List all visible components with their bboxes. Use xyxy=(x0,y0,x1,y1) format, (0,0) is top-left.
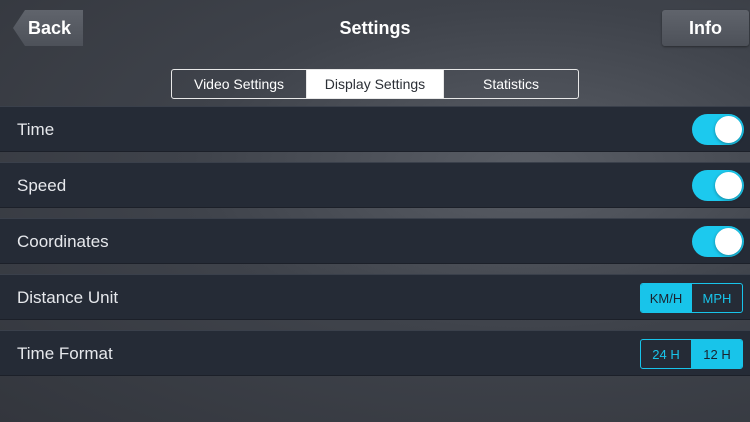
coordinates-toggle[interactable] xyxy=(692,226,744,257)
setting-label: Distance Unit xyxy=(17,288,119,307)
setting-row-coordinates: Coordinates xyxy=(0,218,750,264)
distance-unit-kmh-option[interactable]: KM/H xyxy=(641,284,691,312)
time-format-12h-option[interactable]: 12 H xyxy=(691,340,742,368)
setting-row-speed: Speed xyxy=(0,162,750,208)
info-button[interactable]: Info xyxy=(662,10,749,46)
setting-row-distance-unit: Distance Unit KM/H MPH xyxy=(0,274,750,320)
setting-label: Time Format xyxy=(17,344,113,363)
tab-video-settings[interactable]: Video Settings xyxy=(172,70,307,98)
toggle-knob xyxy=(715,172,742,199)
setting-row-time-format: Time Format 24 H 12 H xyxy=(0,330,750,376)
page-title: Settings xyxy=(339,18,411,38)
distance-unit-selector: KM/H MPH xyxy=(640,283,743,313)
tab-display-settings[interactable]: Display Settings xyxy=(307,70,444,98)
time-format-24h-option[interactable]: 24 H xyxy=(641,340,691,368)
time-format-selector: 24 H 12 H xyxy=(640,339,743,369)
toggle-knob xyxy=(715,228,742,255)
setting-label: Speed xyxy=(17,176,67,195)
distance-unit-mph-option[interactable]: MPH xyxy=(691,284,742,312)
setting-label: Time xyxy=(17,120,55,139)
navigation-bar: Back Settings Info xyxy=(0,0,750,60)
tab-statistics[interactable]: Statistics xyxy=(444,70,578,98)
setting-row-time: Time xyxy=(0,106,750,152)
setting-label: Coordinates xyxy=(17,232,109,251)
toggle-knob xyxy=(715,116,742,143)
time-toggle[interactable] xyxy=(692,114,744,145)
settings-tabs: Video Settings Display Settings Statisti… xyxy=(171,69,579,99)
speed-toggle[interactable] xyxy=(692,170,744,201)
